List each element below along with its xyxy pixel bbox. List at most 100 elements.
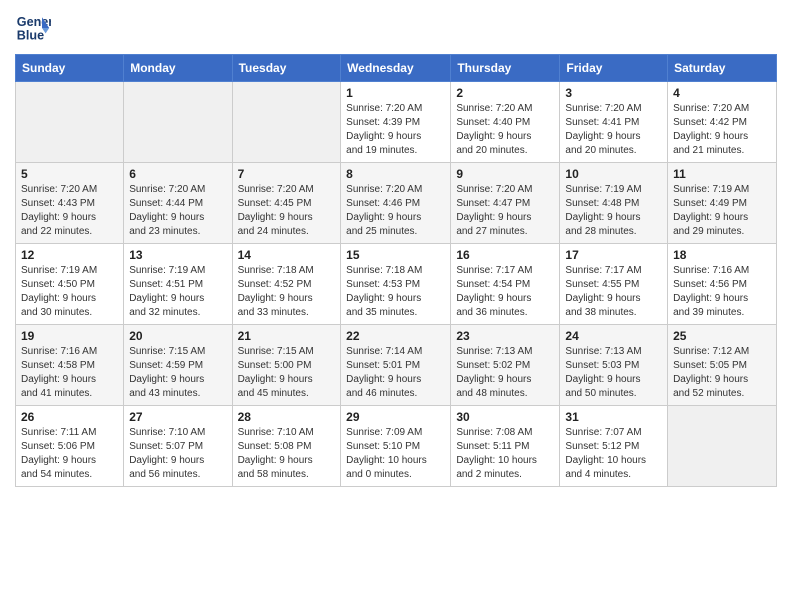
day-number: 4 [673, 86, 771, 100]
day-number: 10 [565, 167, 662, 181]
weekday-header: Saturday [668, 55, 777, 82]
day-number: 29 [346, 410, 445, 424]
weekday-header-row: SundayMondayTuesdayWednesdayThursdayFrid… [16, 55, 777, 82]
day-number: 7 [238, 167, 336, 181]
calendar-cell: 19 Sunrise: 7:16 AM Sunset: 4:58 PM Dayli… [16, 325, 124, 406]
calendar-cell: 17 Sunrise: 7:17 AM Sunset: 4:55 PM Dayli… [560, 244, 668, 325]
day-info: Sunrise: 7:19 AM Sunset: 4:50 PM Dayligh… [21, 264, 118, 320]
calendar-cell: 9 Sunrise: 7:20 AM Sunset: 4:47 PM Daylig… [451, 163, 560, 244]
calendar-cell: 11Sunrise: 7:19 AM Sunset: 4:49 PM Dayli… [668, 163, 777, 244]
day-info: Sunrise: 7:12 AM Sunset: 5:05 PM Dayligh… [673, 345, 771, 401]
day-number: 24 [565, 329, 662, 343]
calendar-cell: 31 Sunrise: 7:07 AM Sunset: 5:12 PM Dayli… [560, 406, 668, 487]
day-number: 16 [456, 248, 554, 262]
day-info: Sunrise: 7:20 AM Sunset: 4:45 PM Dayligh… [238, 183, 336, 239]
day-info: Sunrise: 7:09 AM Sunset: 5:10 PM Dayligh… [346, 426, 445, 482]
calendar-cell: 18 Sunrise: 7:16 AM Sunset: 4:56 PM Dayli… [668, 244, 777, 325]
calendar-cell: 12Sunrise: 7:19 AM Sunset: 4:50 PM Dayli… [16, 244, 124, 325]
calendar-cell: 14Sunrise: 7:18 AM Sunset: 4:52 PM Dayli… [232, 244, 341, 325]
day-number: 31 [565, 410, 662, 424]
calendar-cell [16, 82, 124, 163]
day-number: 14 [238, 248, 336, 262]
day-info: Sunrise: 7:20 AM Sunset: 4:40 PM Dayligh… [456, 102, 554, 158]
calendar-week-row: 12Sunrise: 7:19 AM Sunset: 4:50 PM Dayli… [16, 244, 777, 325]
day-number: 28 [238, 410, 336, 424]
svg-text:Blue: Blue [17, 29, 44, 43]
day-number: 30 [456, 410, 554, 424]
calendar-cell: 21Sunrise: 7:15 AM Sunset: 5:00 PM Dayli… [232, 325, 341, 406]
day-number: 5 [21, 167, 118, 181]
calendar-cell: 15Sunrise: 7:18 AM Sunset: 4:53 PM Dayli… [341, 244, 451, 325]
calendar-cell: 23 Sunrise: 7:13 AM Sunset: 5:02 PM Dayli… [451, 325, 560, 406]
calendar-week-row: 26 Sunrise: 7:11 AM Sunset: 5:06 PM Dayli… [16, 406, 777, 487]
day-info: Sunrise: 7:20 AM Sunset: 4:39 PM Dayligh… [346, 102, 445, 158]
day-number: 25 [673, 329, 771, 343]
calendar-week-row: 5 Sunrise: 7:20 AM Sunset: 4:43 PM Daylig… [16, 163, 777, 244]
day-info: Sunrise: 7:19 AM Sunset: 4:48 PM Dayligh… [565, 183, 662, 239]
weekday-header: Tuesday [232, 55, 341, 82]
day-info: Sunrise: 7:13 AM Sunset: 5:03 PM Dayligh… [565, 345, 662, 401]
day-info: Sunrise: 7:20 AM Sunset: 4:41 PM Dayligh… [565, 102, 662, 158]
calendar-cell: 30 Sunrise: 7:08 AM Sunset: 5:11 PM Dayli… [451, 406, 560, 487]
day-info: Sunrise: 7:17 AM Sunset: 4:54 PM Dayligh… [456, 264, 554, 320]
weekday-header: Thursday [451, 55, 560, 82]
day-info: Sunrise: 7:11 AM Sunset: 5:06 PM Dayligh… [21, 426, 118, 482]
calendar-cell: 25 Sunrise: 7:12 AM Sunset: 5:05 PM Dayli… [668, 325, 777, 406]
weekday-header: Sunday [16, 55, 124, 82]
page-container: General Blue SundayMondayTuesdayWednesda… [0, 0, 792, 497]
calendar-cell: 3 Sunrise: 7:20 AM Sunset: 4:41 PM Daylig… [560, 82, 668, 163]
day-number: 17 [565, 248, 662, 262]
day-number: 19 [21, 329, 118, 343]
weekday-header: Wednesday [341, 55, 451, 82]
day-number: 3 [565, 86, 662, 100]
logo: General Blue [15, 10, 51, 46]
calendar-cell: 27 Sunrise: 7:10 AM Sunset: 5:07 PM Dayli… [124, 406, 232, 487]
calendar-cell: 5 Sunrise: 7:20 AM Sunset: 4:43 PM Daylig… [16, 163, 124, 244]
calendar-cell: 1 Sunrise: 7:20 AM Sunset: 4:39 PM Daylig… [341, 82, 451, 163]
day-number: 22 [346, 329, 445, 343]
day-info: Sunrise: 7:10 AM Sunset: 5:08 PM Dayligh… [238, 426, 336, 482]
day-number: 2 [456, 86, 554, 100]
day-info: Sunrise: 7:14 AM Sunset: 5:01 PM Dayligh… [346, 345, 445, 401]
day-number: 13 [129, 248, 226, 262]
day-number: 23 [456, 329, 554, 343]
day-info: Sunrise: 7:08 AM Sunset: 5:11 PM Dayligh… [456, 426, 554, 482]
day-info: Sunrise: 7:20 AM Sunset: 4:44 PM Dayligh… [129, 183, 226, 239]
day-number: 18 [673, 248, 771, 262]
day-info: Sunrise: 7:20 AM Sunset: 4:46 PM Dayligh… [346, 183, 445, 239]
calendar-cell [668, 406, 777, 487]
day-number: 1 [346, 86, 445, 100]
day-info: Sunrise: 7:15 AM Sunset: 4:59 PM Dayligh… [129, 345, 226, 401]
day-info: Sunrise: 7:20 AM Sunset: 4:42 PM Dayligh… [673, 102, 771, 158]
calendar-cell: 24 Sunrise: 7:13 AM Sunset: 5:03 PM Dayli… [560, 325, 668, 406]
day-info: Sunrise: 7:20 AM Sunset: 4:47 PM Dayligh… [456, 183, 554, 239]
day-number: 27 [129, 410, 226, 424]
page-header: General Blue [15, 10, 777, 46]
day-number: 15 [346, 248, 445, 262]
calendar-cell: 4 Sunrise: 7:20 AM Sunset: 4:42 PM Daylig… [668, 82, 777, 163]
day-info: Sunrise: 7:10 AM Sunset: 5:07 PM Dayligh… [129, 426, 226, 482]
calendar-cell: 8 Sunrise: 7:20 AM Sunset: 4:46 PM Daylig… [341, 163, 451, 244]
day-info: Sunrise: 7:07 AM Sunset: 5:12 PM Dayligh… [565, 426, 662, 482]
calendar-cell: 2 Sunrise: 7:20 AM Sunset: 4:40 PM Daylig… [451, 82, 560, 163]
calendar-cell: 16 Sunrise: 7:17 AM Sunset: 4:54 PM Dayli… [451, 244, 560, 325]
calendar-cell: 10 Sunrise: 7:19 AM Sunset: 4:48 PM Dayli… [560, 163, 668, 244]
calendar-week-row: 1 Sunrise: 7:20 AM Sunset: 4:39 PM Daylig… [16, 82, 777, 163]
calendar-table: SundayMondayTuesdayWednesdayThursdayFrid… [15, 54, 777, 487]
day-number: 8 [346, 167, 445, 181]
calendar-cell: 20 Sunrise: 7:15 AM Sunset: 4:59 PM Dayli… [124, 325, 232, 406]
day-info: Sunrise: 7:20 AM Sunset: 4:43 PM Dayligh… [21, 183, 118, 239]
calendar-cell: 7 Sunrise: 7:20 AM Sunset: 4:45 PM Daylig… [232, 163, 341, 244]
day-info: Sunrise: 7:16 AM Sunset: 4:58 PM Dayligh… [21, 345, 118, 401]
calendar-cell: 6Sunrise: 7:20 AM Sunset: 4:44 PM Daylig… [124, 163, 232, 244]
day-info: Sunrise: 7:13 AM Sunset: 5:02 PM Dayligh… [456, 345, 554, 401]
logo-icon: General Blue [15, 10, 51, 46]
day-info: Sunrise: 7:16 AM Sunset: 4:56 PM Dayligh… [673, 264, 771, 320]
day-number: 20 [129, 329, 226, 343]
day-info: Sunrise: 7:15 AM Sunset: 5:00 PM Dayligh… [238, 345, 336, 401]
day-number: 9 [456, 167, 554, 181]
day-info: Sunrise: 7:19 AM Sunset: 4:49 PM Dayligh… [673, 183, 771, 239]
day-number: 26 [21, 410, 118, 424]
calendar-cell: 22 Sunrise: 7:14 AM Sunset: 5:01 PM Dayli… [341, 325, 451, 406]
day-info: Sunrise: 7:17 AM Sunset: 4:55 PM Dayligh… [565, 264, 662, 320]
